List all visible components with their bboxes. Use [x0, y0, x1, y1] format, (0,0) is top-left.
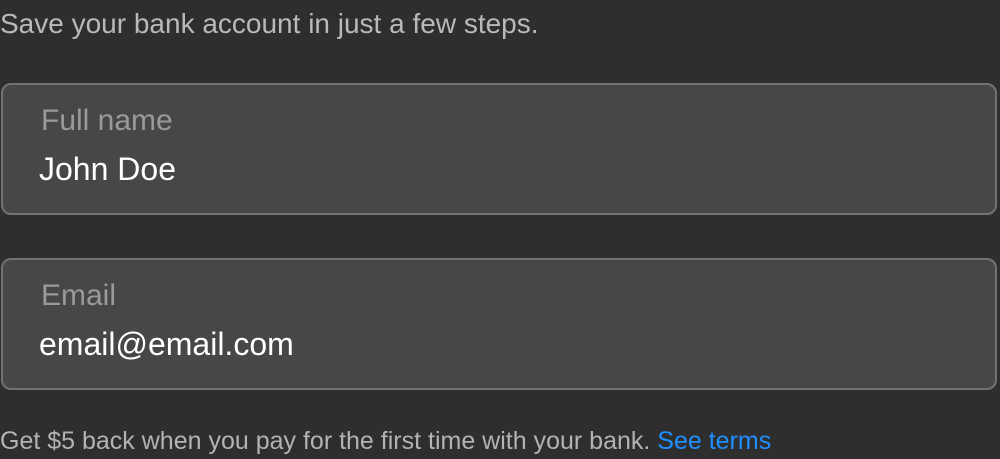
full-name-input[interactable]: [39, 147, 939, 191]
intro-text: Save your bank account in just a few ste…: [0, 8, 539, 39]
see-terms-link[interactable]: See terms: [657, 427, 771, 455]
email-input[interactable]: [39, 322, 939, 366]
promo-footer: Get $5 back when you pay for the first t…: [0, 424, 771, 458]
full-name-field[interactable]: Full name: [1, 83, 997, 215]
email-label: Email: [41, 279, 117, 312]
promo-text: Get $5 back when you pay for the first t…: [0, 427, 651, 455]
full-name-label: Full name: [41, 104, 173, 137]
email-field[interactable]: Email: [1, 258, 997, 390]
